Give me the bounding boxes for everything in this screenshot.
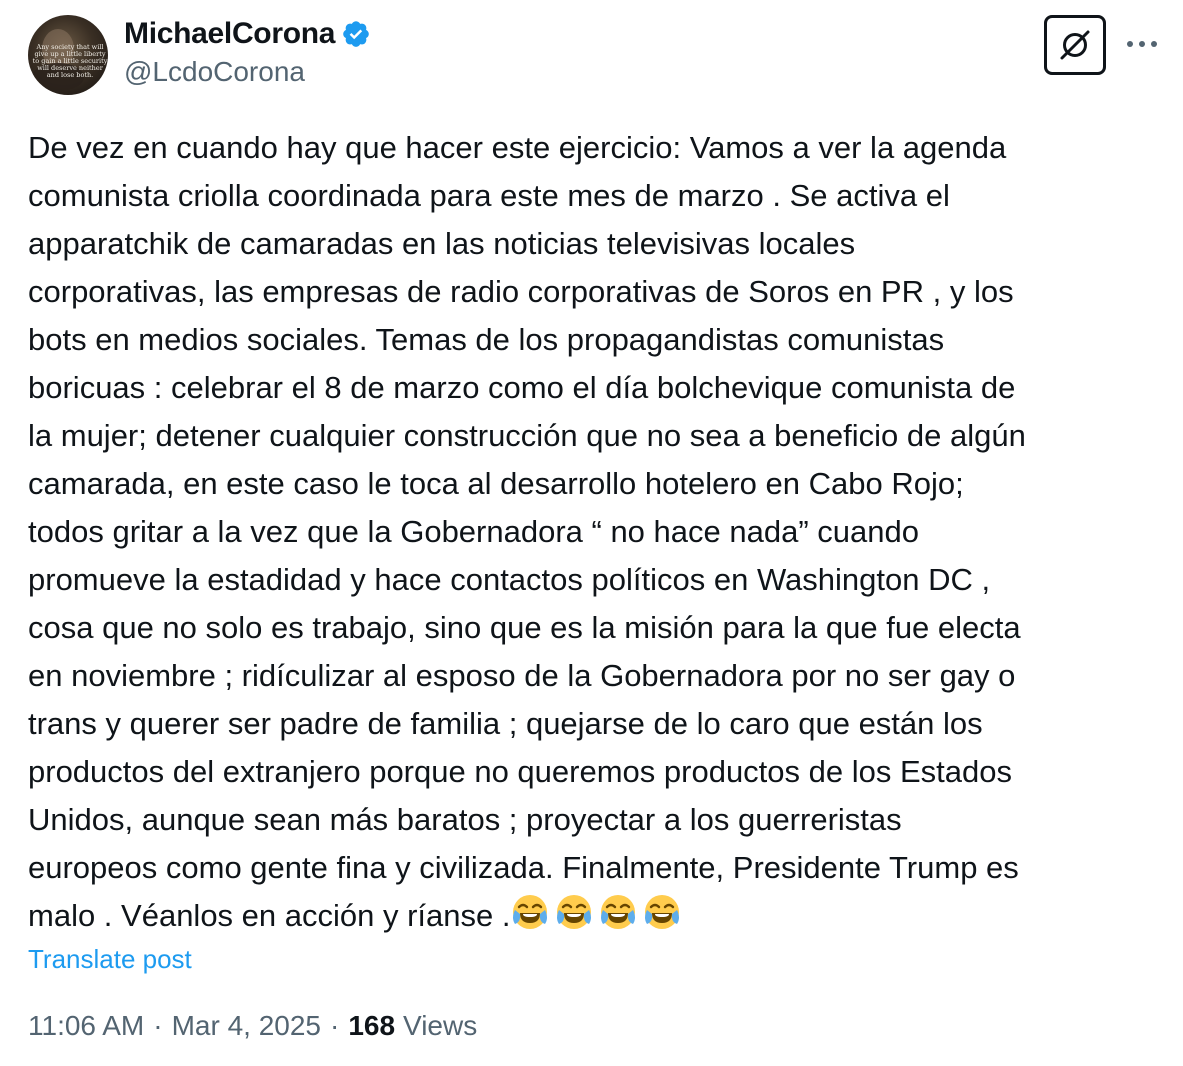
tweet-text-line: comunista criolla coordinada para este m… (28, 178, 950, 213)
tweet-text-line: trans y querer ser padre de familia ; qu… (28, 706, 983, 741)
tweet-text-line: boricuas : celebrar el 8 de marzo como e… (28, 370, 1016, 405)
tweet-text-line: bots en medios sociales. Temas de los pr… (28, 322, 945, 357)
tweet-text-line: camarada, en este caso le toca al desarr… (28, 466, 964, 501)
separator: · (153, 1010, 163, 1041)
tweet-text-line: apparatchik de camaradas en las noticias… (28, 226, 856, 261)
more-options-icon[interactable] (1124, 30, 1160, 58)
face-with-tears-of-joy-emoji (510, 892, 550, 932)
tweet-text-line: De vez en cuando hay que hacer este ejer… (28, 130, 1007, 165)
translate-post-link[interactable]: Translate post (28, 944, 192, 975)
tweet-text-line: europeos como gente fina y civilizada. F… (28, 850, 1019, 885)
tweet-text-line: productos del extranjero porque no quere… (28, 754, 1012, 789)
views-label: Views (403, 1010, 478, 1041)
tweet-text-line: malo . Véanlos en acción y ríanse . (28, 898, 511, 933)
separator: · (329, 1010, 340, 1041)
tweet-text-line: Unidos, aunque sean más baratos ; proyec… (28, 802, 902, 837)
tweet-date[interactable]: Mar 4, 2025 (172, 1010, 321, 1042)
tweet-text-line: en noviembre ; ridículizar al esposo de … (28, 658, 1016, 693)
face-with-tears-of-joy-emoji (598, 892, 638, 932)
display-name[interactable]: MichaelCorona (124, 17, 335, 51)
face-with-tears-of-joy-emoji (642, 892, 682, 932)
grok-button[interactable] (1044, 15, 1106, 75)
author-handle[interactable]: @LcdoCorona (124, 56, 305, 88)
tweet-last-line: malo . Véanlos en acción y ríanse . (28, 892, 1163, 940)
tweet-metadata: 11:06 AM · Mar 4, 2025 · 168 Views (28, 1010, 477, 1042)
face-with-tears-of-joy-emoji (554, 892, 594, 932)
views-count: 168 (348, 1010, 396, 1041)
tweet-text-line: cosa que no solo es trabajo, sino que es… (28, 610, 1021, 645)
avatar-image: Any society that will give up a little l… (32, 29, 108, 91)
author-name-row: MichaelCorona (124, 14, 371, 54)
tweet-time[interactable]: 11:06 AM (28, 1010, 144, 1042)
grok-icon (1060, 30, 1090, 60)
tweet-text-line: todos gritar a la vez que la Gobernadora… (28, 514, 919, 549)
verified-badge-icon[interactable] (341, 19, 371, 49)
tweet-text-line: promueve la estadidad y hace contactos p… (28, 562, 991, 597)
emoji-row (510, 892, 682, 932)
avatar-quote-line: and lose both. (47, 71, 93, 79)
tweet-text: De vez en cuando hay que hacer este ejer… (28, 124, 1163, 940)
tweet-text-line: corporativas, las empresas de radio corp… (28, 274, 1014, 309)
tweet-text-line: la mujer; detener cualquier construcción… (28, 418, 1026, 453)
avatar[interactable]: Any society that will give up a little l… (28, 15, 108, 95)
